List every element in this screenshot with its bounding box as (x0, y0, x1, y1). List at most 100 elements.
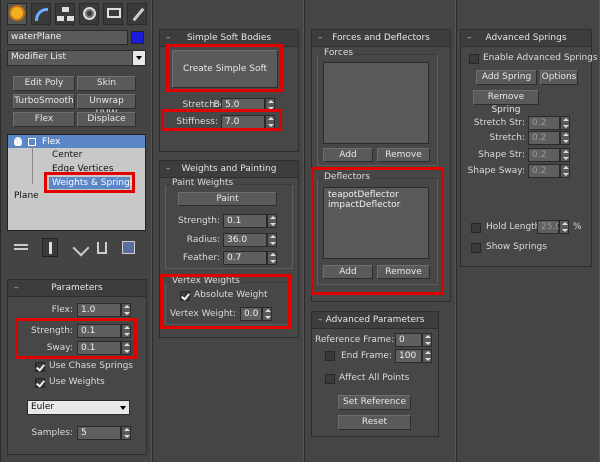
flex-button[interactable]: Flex (13, 112, 75, 127)
reference-frame-spinner-arrows[interactable] (422, 333, 432, 347)
paint-weights-label: Paint Weights (170, 178, 236, 188)
lightbulb-icon[interactable] (14, 137, 22, 146)
stack-item-center[interactable]: Center (52, 150, 82, 160)
end-frame-spinner[interactable]: 100 (395, 349, 422, 363)
weights-painting-header[interactable]: – Weights and Painting (160, 161, 298, 178)
motion-tab[interactable] (79, 3, 99, 25)
options-button[interactable]: Options (540, 70, 578, 85)
turbosmooth-button[interactable]: TurboSmooth (13, 94, 75, 109)
shape-str-spinner-arrows[interactable] (560, 148, 570, 162)
paint-strength-spinner[interactable]: 0.1 (223, 214, 267, 228)
remove-spring-button[interactable]: Remove Spring (473, 90, 539, 115)
object-color-swatch[interactable] (131, 31, 144, 44)
object-name-field[interactable]: waterPlane (7, 30, 128, 45)
end-frame-checkbox[interactable] (325, 351, 335, 361)
stack-item-edge-vertices[interactable]: Edge Vertices (52, 164, 113, 174)
hierarchy-tab[interactable] (55, 3, 75, 25)
rollout-collapse-icon: – (467, 33, 472, 43)
vertex-weight-spinner[interactable]: 0.0 (240, 307, 262, 321)
displace-button[interactable]: Displace (77, 112, 136, 127)
set-reference-button[interactable]: Set Reference (338, 395, 411, 410)
advanced-parameters-header[interactable]: – Advanced Parameters (312, 312, 438, 329)
pin-stack-icon[interactable] (14, 244, 28, 250)
utilities-tab[interactable] (127, 3, 147, 25)
feather-label: Feather: (182, 253, 220, 263)
paint-strength-label: Strength: (178, 216, 220, 226)
rollout-collapse-icon: – (318, 33, 323, 43)
stretch-str-spinner-arrows[interactable] (560, 116, 570, 130)
deflector-item-impact[interactable]: impactDeflector (328, 200, 400, 210)
advanced-springs-header[interactable]: – Advanced Springs (461, 30, 591, 47)
enable-advanced-springs-checkbox[interactable] (469, 54, 479, 64)
skin-button[interactable]: Skin (77, 76, 136, 91)
use-weights-checkbox[interactable] (35, 378, 45, 388)
stretch-str-label: Stretch Str: (473, 118, 525, 128)
solver-dropdown[interactable]: Euler (27, 400, 130, 415)
show-end-result-icon[interactable] (42, 238, 58, 257)
stiffness-spinner[interactable]: 7.0 (221, 115, 265, 129)
stiffness-spinner-arrows[interactable] (265, 115, 275, 129)
shape-str-spinner[interactable]: 0.2 (528, 148, 560, 162)
remove-modifier-icon[interactable] (97, 242, 107, 254)
stretch-spinner-arrows[interactable] (265, 98, 275, 112)
unwrap-uvw-button[interactable]: Unwrap UVW (77, 94, 136, 119)
sway-label: Sway: (46, 343, 73, 353)
shape-sway-spinner[interactable]: 0.2 (528, 164, 560, 178)
reference-frame-spinner[interactable]: 0 (395, 333, 422, 347)
forces-list[interactable] (323, 62, 429, 144)
hammer-icon (132, 7, 145, 22)
deflectors-add-button[interactable]: Add (323, 265, 373, 279)
create-tab[interactable] (7, 3, 27, 25)
hold-length-spinner-arrows[interactable] (559, 220, 569, 234)
use-chase-springs-checkbox[interactable] (35, 362, 45, 372)
collapse-box-icon[interactable] (28, 138, 36, 146)
samples-spinner-arrows[interactable] (121, 426, 131, 440)
vertex-weight-spinner-arrows[interactable] (262, 307, 272, 321)
forces-add-button[interactable]: Add (323, 148, 373, 162)
stretch-label: Stretch: (182, 100, 219, 110)
paint-button[interactable]: Paint (178, 192, 277, 206)
absolute-weight-label: Absolute Weight (194, 290, 268, 300)
modify-tab[interactable] (31, 3, 51, 25)
simple-soft-bodies-header[interactable]: – Simple Soft Bodies (160, 30, 298, 47)
radius-spinner[interactable]: 36.0 (223, 233, 267, 247)
forces-deflectors-header[interactable]: – Forces and Deflectors (312, 30, 450, 47)
end-frame-spinner-arrows[interactable] (422, 349, 432, 363)
hold-length-checkbox[interactable] (471, 223, 481, 233)
parameters-header[interactable]: – Parameters (8, 280, 146, 297)
deflector-item-teapot[interactable]: teapotDeflector (328, 190, 399, 200)
paint-strength-spinner-arrows[interactable] (267, 214, 277, 228)
absolute-weight-checkbox[interactable] (180, 291, 190, 301)
modifier-list-value: Modifier List (11, 52, 66, 62)
radius-spinner-arrows[interactable] (267, 233, 277, 247)
reset-button[interactable]: Reset (338, 415, 411, 430)
strength-spinner[interactable]: 0.1 (77, 324, 121, 338)
display-tab[interactable] (103, 3, 123, 25)
create-simple-soft-body-button[interactable]: Create Simple Soft Body (172, 50, 278, 110)
stretch-str-spinner[interactable]: 0.2 (528, 116, 560, 130)
configure-modifier-sets-icon[interactable] (122, 241, 135, 254)
stretch-spinner[interactable]: 5.0 (221, 98, 265, 112)
flex-spinner-arrows[interactable] (121, 303, 131, 317)
adv-stretch-spinner[interactable]: 0.2 (528, 131, 560, 145)
adv-stretch-spinner-arrows[interactable] (560, 131, 570, 145)
add-spring-button[interactable]: Add Spring (476, 70, 537, 85)
stiffness-label: Stiffness: (176, 117, 218, 127)
sway-spinner-arrows[interactable] (121, 341, 131, 355)
sun-icon (11, 7, 23, 19)
modifier-list-dropdown[interactable]: Modifier List (7, 50, 146, 66)
feather-spinner[interactable]: 0.7 (223, 251, 267, 265)
feather-spinner-arrows[interactable] (267, 251, 277, 265)
hold-length-spinner[interactable]: 25.0 (537, 220, 561, 234)
sway-spinner[interactable]: 0.1 (77, 341, 121, 355)
samples-spinner[interactable]: 5 (77, 426, 121, 440)
shape-sway-spinner-arrows[interactable] (560, 164, 570, 178)
affect-all-points-checkbox[interactable] (325, 374, 335, 384)
forces-remove-button[interactable]: Remove (377, 148, 430, 162)
show-springs-checkbox[interactable] (471, 243, 481, 253)
deflectors-remove-button[interactable]: Remove (377, 265, 430, 279)
flex-spinner[interactable]: 1.0 (77, 303, 121, 317)
strength-spinner-arrows[interactable] (121, 324, 131, 338)
edit-poly-button[interactable]: Edit Poly (13, 76, 75, 91)
stack-item-plane[interactable]: Plane (14, 191, 39, 201)
